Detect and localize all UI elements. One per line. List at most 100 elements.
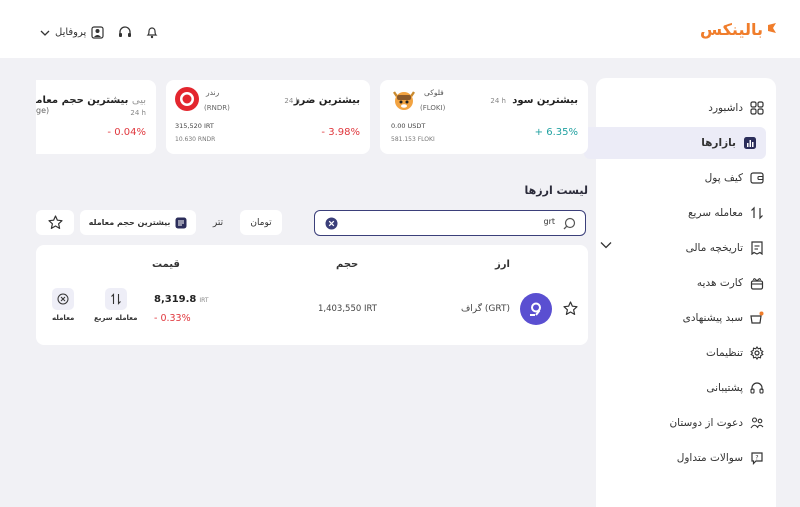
card-title: بیشترین ضرر bbox=[293, 95, 360, 106]
filter-tether[interactable]: تتر bbox=[200, 210, 236, 235]
sidebar-item-support[interactable]: پشتیبانی bbox=[596, 372, 776, 404]
clear-search-icon[interactable] bbox=[325, 217, 338, 230]
market-table: ارز حجم قیمت گراف (GRT) 1,403,550 IRT 8,… bbox=[36, 245, 588, 345]
top-gainer-card[interactable]: بیشترین سود 24 h فلوکی (FLOKI) 0.00 USDT… bbox=[380, 80, 588, 154]
market-list-title: لیست ارزها bbox=[524, 184, 588, 197]
sidebar-item-invite-friends[interactable]: دعوت از دوستان bbox=[596, 407, 776, 439]
svg-text:?: ? bbox=[755, 455, 758, 462]
sidebar-item-suggested-basket[interactable]: سبد پیشنهادی bbox=[596, 302, 776, 334]
gift-icon bbox=[750, 276, 764, 290]
quick-trade-button[interactable] bbox=[104, 288, 127, 310]
graph-coin-icon bbox=[520, 293, 552, 325]
sidebar-item-quick-trade[interactable]: معامله سریع bbox=[596, 197, 776, 229]
card-price: 315,520 IRT bbox=[175, 122, 214, 130]
people-icon bbox=[750, 416, 764, 430]
card-volume: 581.153 FLOKI bbox=[391, 136, 435, 143]
logo[interactable]: بالینکس bbox=[700, 20, 778, 39]
trade-button[interactable] bbox=[52, 288, 75, 310]
top-loser-card[interactable]: بیشترین ضرر 24 h رندر (RNDR) 315,520 IRT… bbox=[166, 80, 370, 154]
search-input[interactable]: grt bbox=[314, 210, 586, 236]
sidebar-item-label: داشبورد bbox=[708, 102, 743, 114]
profile-label: پروفایل bbox=[55, 27, 87, 38]
card-change-value: 6.35% bbox=[546, 127, 578, 138]
user-icon bbox=[91, 26, 104, 39]
sidebar-item-label: تنظیمات bbox=[705, 347, 743, 359]
top-bar: بالینکس پروفایل bbox=[0, 0, 800, 58]
logo-mark-icon bbox=[766, 22, 778, 38]
render-coin-icon bbox=[174, 86, 200, 112]
card-change-sign: + bbox=[534, 127, 544, 138]
star-icon[interactable] bbox=[563, 301, 578, 316]
sidebar-item-gift-card[interactable]: کارت هدیه bbox=[596, 267, 776, 299]
card-change-sign: - bbox=[321, 127, 326, 138]
card-title-suffix: بیی bbox=[131, 95, 146, 106]
search-icon bbox=[563, 217, 576, 230]
filter-toman-label: تومان bbox=[250, 217, 272, 228]
column-header-price: قیمت bbox=[152, 259, 180, 270]
wallet-icon bbox=[750, 171, 764, 185]
chevron-down-icon[interactable] bbox=[600, 241, 612, 249]
bell-icon[interactable] bbox=[146, 26, 158, 39]
sort-top-volume[interactable]: بیشترین حجم معامله bbox=[80, 210, 196, 235]
sidebar-item-label: سبد پیشنهادی bbox=[682, 312, 743, 324]
card-change: - 0.04% bbox=[107, 127, 146, 138]
card-price: 0.00 USDT bbox=[391, 122, 426, 130]
basket-icon bbox=[750, 311, 764, 325]
sidebar-item-label: بازارها bbox=[701, 137, 736, 149]
card-volume: 10.630 RNDR bbox=[175, 136, 216, 143]
card-coin-name: فلوکی bbox=[424, 88, 444, 97]
sidebar-item-label: پشتیبانی bbox=[706, 382, 743, 394]
column-header-volume: حجم bbox=[336, 259, 359, 270]
chart-box-icon bbox=[743, 136, 757, 150]
card-title-main: بیشترین حجم معامله bbox=[36, 95, 129, 106]
sidebar-item-label: سوالات متداول bbox=[676, 452, 743, 464]
trade-label: معامله bbox=[52, 314, 75, 322]
favorites-filter-button[interactable] bbox=[36, 210, 74, 235]
headset-icon bbox=[750, 381, 764, 395]
coin-change: - 0.33% bbox=[154, 313, 191, 324]
floki-coin-icon bbox=[390, 86, 418, 114]
card-coin-symbol: ge) bbox=[36, 106, 50, 115]
card-period: 24 h bbox=[284, 97, 300, 105]
card-period: 24 h bbox=[490, 97, 506, 105]
filter-list-icon bbox=[175, 217, 187, 229]
sidebar: داشبورد بازارها کیف پول معامله سریع تاری… bbox=[584, 78, 776, 507]
card-change: + 6.35% bbox=[535, 127, 578, 138]
card-period: 24 h bbox=[130, 109, 146, 117]
top-volume-card[interactable]: بیی بیشترین حجم معامله ge) 24 h - 0.04% bbox=[36, 80, 156, 154]
card-change-sign: - bbox=[107, 127, 112, 138]
headset-icon[interactable] bbox=[118, 26, 132, 39]
top-actions: پروفایل bbox=[40, 26, 158, 39]
coin-price-value: 8,319.8 bbox=[154, 294, 197, 305]
chevron-down-icon bbox=[40, 30, 50, 36]
sidebar-item-markets[interactable]: بازارها bbox=[584, 127, 766, 159]
sidebar-item-label: معامله سریع bbox=[687, 207, 743, 219]
sidebar-item-dashboard[interactable]: داشبورد bbox=[596, 92, 776, 124]
coin-volume: 1,403,550 IRT bbox=[318, 304, 377, 314]
card-coin-symbol: (FLOKI) bbox=[420, 104, 446, 112]
card-coin-name: رندر bbox=[206, 88, 220, 97]
card-change-value: 0.04% bbox=[114, 127, 146, 138]
sidebar-item-financial-history[interactable]: تاریخچه مالی bbox=[596, 232, 776, 264]
logo-text: بالینکس bbox=[699, 20, 763, 39]
sidebar-item-label: کارت هدیه bbox=[696, 277, 743, 289]
card-coin-symbol: (RNDR) bbox=[204, 104, 230, 112]
profile-menu[interactable]: پروفایل bbox=[40, 26, 104, 39]
coin-price: 8,319.8 IRT bbox=[154, 294, 209, 305]
sidebar-item-faq[interactable]: ? سوالات متداول bbox=[596, 442, 776, 474]
sort-top-volume-label: بیشترین حجم معامله bbox=[88, 218, 171, 227]
star-icon bbox=[47, 215, 63, 230]
sidebar-item-settings[interactable]: تنظیمات bbox=[596, 337, 776, 369]
sidebar-item-label: کیف پول bbox=[704, 172, 743, 184]
card-title: بیی بیشترین حجم معامله bbox=[36, 95, 146, 106]
card-title: بیشترین سود bbox=[512, 95, 578, 106]
quick-trade-action[interactable]: معامله سریع bbox=[94, 288, 137, 322]
card-change: - 3.98% bbox=[321, 127, 360, 138]
sidebar-item-label: دعوت از دوستان bbox=[669, 417, 743, 429]
filter-toman[interactable]: تومان bbox=[240, 210, 282, 235]
swap-arrows-icon bbox=[750, 206, 764, 220]
coin-price-unit: IRT bbox=[199, 297, 209, 304]
trade-action[interactable]: معامله bbox=[52, 288, 74, 322]
card-change-value: 3.98% bbox=[328, 127, 360, 138]
sidebar-item-wallet[interactable]: کیف پول bbox=[596, 162, 776, 194]
